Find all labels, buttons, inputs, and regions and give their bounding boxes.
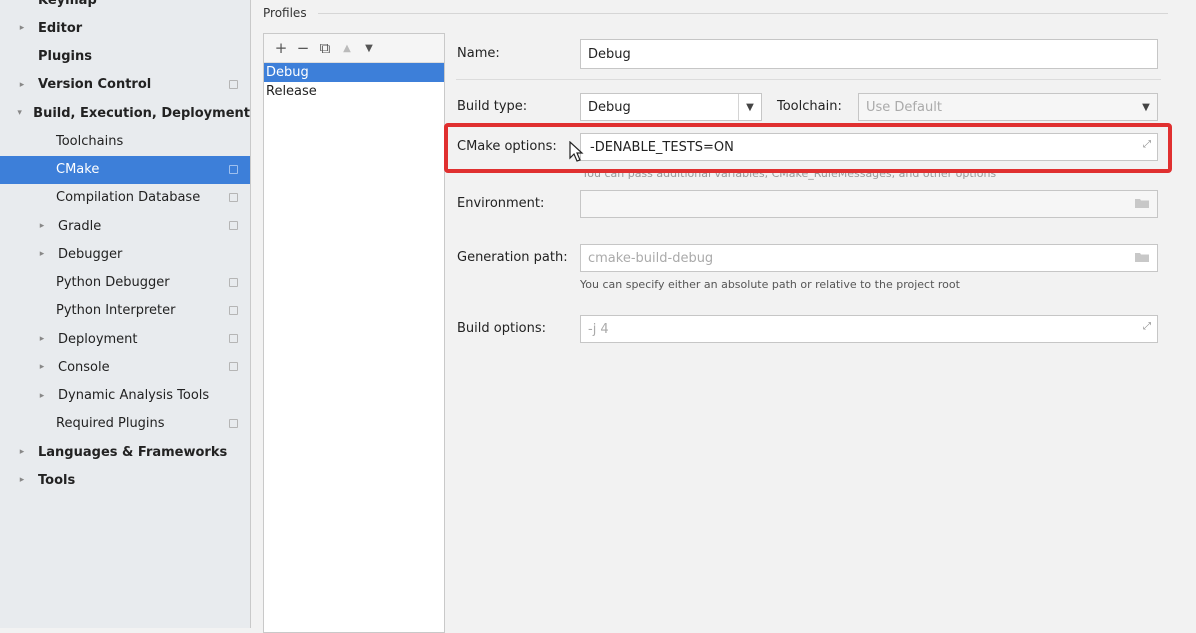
remove-profile-button[interactable]: −: [292, 37, 314, 59]
sidebar-item-editor[interactable]: ▸ Editor: [0, 14, 250, 42]
highlight-box: [444, 123, 1172, 173]
sidebar-item-label: Gradle: [58, 218, 102, 234]
sidebar-item-required-plugins[interactable]: Required Plugins: [0, 410, 250, 438]
profiles-separator: [318, 13, 1168, 14]
sidebar-item-debugger[interactable]: ▸ Debugger: [0, 240, 250, 268]
project-scope-icon: [229, 418, 238, 428]
build-options-value: -j 4: [588, 321, 609, 337]
profile-item-debug[interactable]: Debug: [264, 63, 444, 82]
sidebar-item-label: Deployment: [58, 331, 138, 347]
sidebar-item-plugins[interactable]: Plugins: [0, 43, 250, 71]
environment-label: Environment:: [457, 196, 545, 211]
generation-path-label: Generation path:: [457, 250, 568, 265]
profile-item-release[interactable]: Release: [264, 82, 444, 101]
expand-arrow-icon[interactable]: ▸: [16, 80, 28, 90]
sidebar-item-build-execution-deployment[interactable]: ▾ Build, Execution, Deployment: [0, 99, 250, 127]
expand-arrow-icon[interactable]: ▸: [36, 221, 48, 231]
environment-input[interactable]: [580, 190, 1158, 218]
sidebar-item-gradle[interactable]: ▸ Gradle: [0, 212, 250, 240]
sidebar-item-tools[interactable]: ▸ Tools: [0, 466, 250, 494]
sidebar-item-dynamic-analysis-tools[interactable]: ▸ Dynamic Analysis Tools: [0, 382, 250, 410]
sidebar-item-toolchains[interactable]: Toolchains: [0, 127, 250, 155]
move-up-button[interactable]: ▲: [336, 37, 358, 59]
project-scope-icon: [229, 79, 238, 89]
project-scope-icon: [229, 192, 238, 202]
sidebar-item-python-interpreter[interactable]: Python Interpreter: [0, 297, 250, 325]
project-scope-icon: [229, 305, 238, 315]
project-scope-icon: [229, 277, 238, 287]
sidebar-item-label: Languages & Frameworks: [38, 444, 228, 460]
sidebar-item-label: Debugger: [58, 246, 123, 262]
sidebar-item-label: Python Interpreter: [56, 303, 176, 319]
sidebar-item-label: Python Debugger: [56, 275, 170, 290]
build-type-combo[interactable]: Debug ▼: [580, 93, 762, 121]
sidebar-item-label: Version Control: [38, 77, 152, 93]
sidebar-item-label: Required Plugins: [56, 416, 165, 432]
sidebar-item-label: CMake: [56, 162, 100, 177]
sidebar-item-label: Plugins: [38, 49, 92, 64]
expand-arrow-icon[interactable]: ▾: [16, 108, 23, 118]
sidebar-item-label: Editor: [38, 20, 83, 36]
sidebar-item-version-control[interactable]: ▸ Version Control: [0, 71, 250, 99]
expand-arrow-icon[interactable]: ▸: [36, 334, 48, 344]
generation-path-input[interactable]: cmake-build-debug: [580, 244, 1158, 272]
name-separator: [456, 79, 1161, 80]
settings-sidebar: Keymap ▸ Editor Plugins ▸ Version Control ▾ Bui…: [0, 0, 251, 628]
folder-icon[interactable]: [1135, 198, 1149, 208]
toolchain-combo[interactable]: Use Default ▼: [858, 93, 1158, 121]
expand-icon[interactable]: ⤢: [1143, 321, 1151, 332]
build-options-label: Build options:: [457, 321, 547, 336]
sidebar-item-label: Toolchains: [56, 133, 124, 149]
sidebar-item-label: Dynamic Analysis Tools: [58, 388, 210, 403]
expand-arrow-icon[interactable]: ▸: [36, 391, 48, 401]
project-scope-icon: [229, 221, 238, 230]
sidebar-item-cmake[interactable]: CMake: [0, 155, 250, 184]
sidebar-item-languages-frameworks[interactable]: ▸ Languages & Frameworks: [0, 438, 250, 466]
expand-arrow-icon[interactable]: ▸: [16, 447, 28, 457]
sidebar-item-python-debugger[interactable]: Python Debugger: [0, 269, 250, 297]
project-scope-icon: [229, 334, 238, 343]
build-type-value: Debug: [588, 99, 631, 115]
name-label: Name:: [457, 46, 500, 61]
sidebar-item-console[interactable]: ▸ Console: [0, 353, 250, 381]
sidebar-item-label: Build, Execution, Deployment: [33, 105, 250, 121]
expand-arrow-icon[interactable]: ▸: [36, 249, 48, 259]
expand-arrow-icon[interactable]: ▸: [16, 23, 28, 33]
add-profile-button[interactable]: +: [270, 37, 292, 59]
cursor-icon: [569, 141, 584, 162]
sidebar-item-label: Console: [58, 359, 110, 375]
generation-path-value: cmake-build-debug: [588, 250, 714, 266]
copy-profile-button[interactable]: ⧉: [314, 37, 336, 59]
profiles-list: Debug Release: [264, 63, 444, 101]
sidebar-item-label: Compilation Database: [56, 190, 201, 206]
sidebar-item-label: Tools: [38, 472, 76, 488]
sidebar-item-deployment[interactable]: ▸ Deployment: [0, 325, 250, 353]
profiles-panel: + − ⧉ ▲ ▼ Debug Release: [263, 33, 445, 633]
folder-icon[interactable]: [1135, 252, 1149, 262]
name-value: Debug: [588, 46, 631, 62]
generation-path-hint: You can specify either an absolute path …: [580, 278, 960, 291]
build-type-label: Build type:: [457, 99, 528, 114]
sidebar-item-keymap[interactable]: Keymap: [0, 0, 250, 14]
combo-arrow-icon: ▼: [738, 94, 761, 120]
combo-arrow-icon: ▼: [1142, 101, 1150, 113]
move-down-button[interactable]: ▼: [358, 37, 380, 59]
toolchain-value: Use Default: [866, 99, 942, 115]
project-scope-icon: [229, 164, 238, 174]
build-options-input[interactable]: -j 4 ⤢: [580, 315, 1158, 343]
sidebar-item-label: Keymap: [38, 0, 97, 8]
expand-arrow-icon[interactable]: ▸: [16, 475, 28, 485]
profiles-toolbar: + − ⧉ ▲ ▼: [264, 34, 444, 63]
profiles-title: Profiles: [263, 6, 307, 20]
name-input[interactable]: Debug: [580, 39, 1158, 69]
sidebar-item-compilation-database[interactable]: Compilation Database: [0, 184, 250, 212]
expand-arrow-icon[interactable]: ▸: [36, 362, 48, 372]
project-scope-icon: [229, 362, 238, 372]
toolchain-label: Toolchain:: [777, 99, 842, 114]
